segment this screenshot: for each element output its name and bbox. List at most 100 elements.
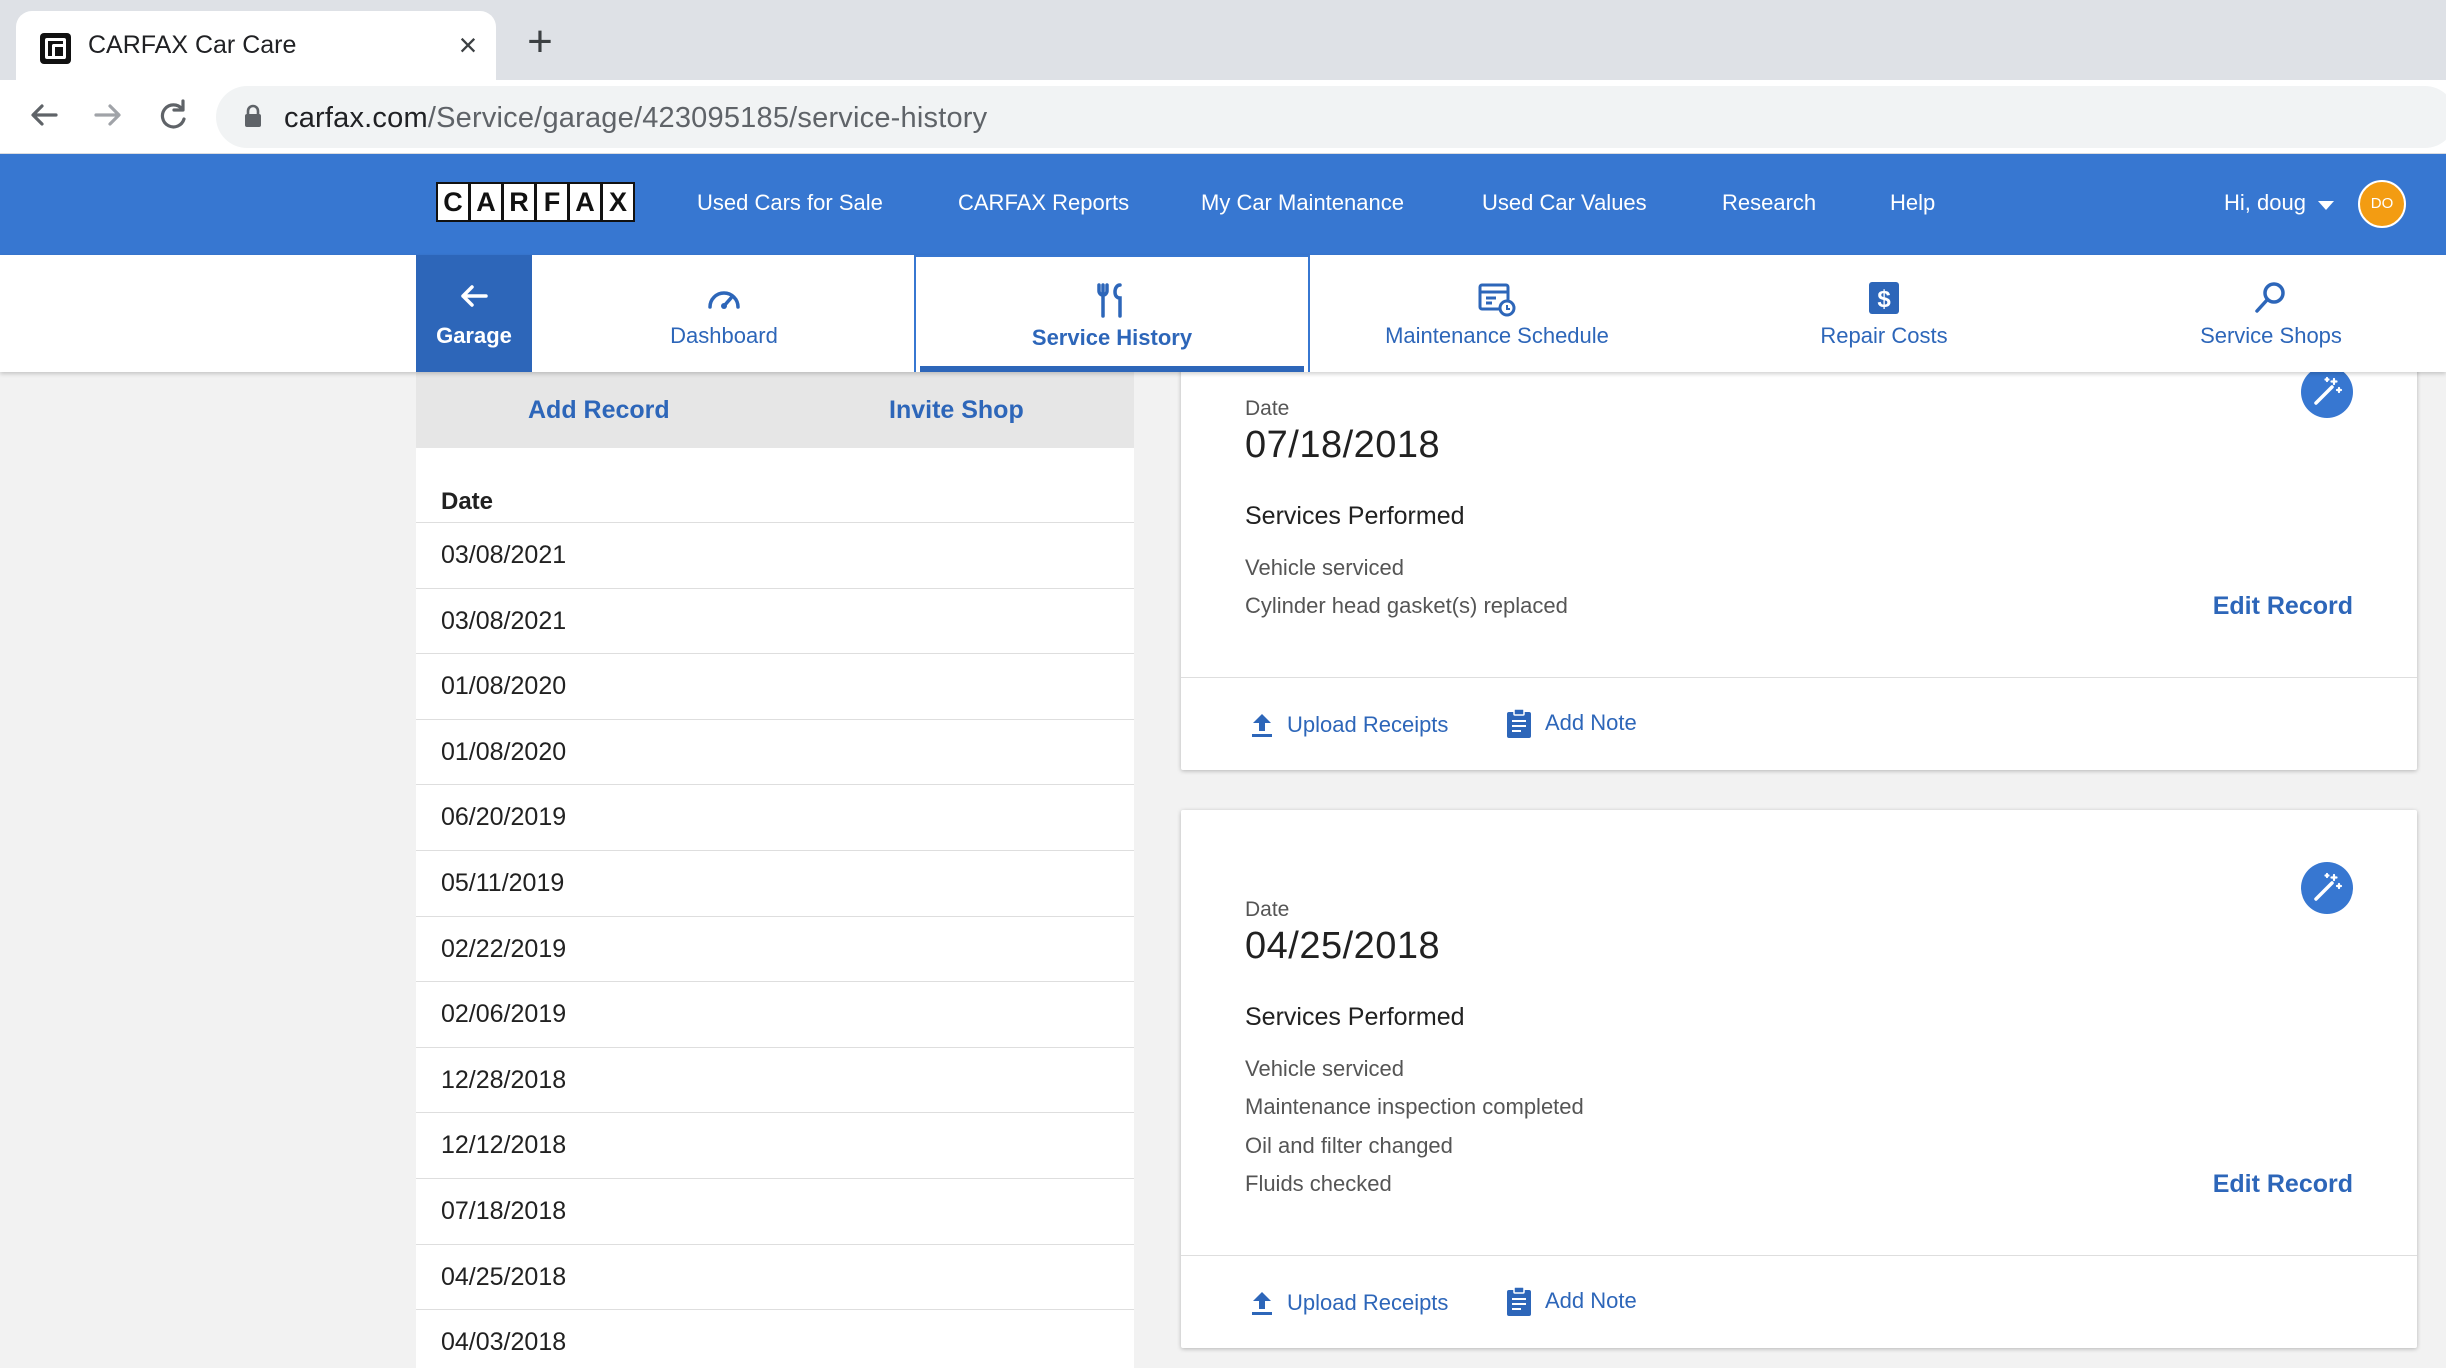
service-item: Vehicle serviced [1245,1056,1404,1081]
url-path: /Service/garage/423095185/service-histor… [427,102,988,134]
tab-label: Service Shops [2200,323,2342,348]
date-list-item[interactable]: 12/12/2018 [416,1112,1134,1178]
garage-label: Garage [436,323,512,348]
card-divider [1181,677,2417,678]
date-list-item[interactable]: 02/06/2019 [416,981,1134,1047]
carfax-logo[interactable]: C A R F A X [436,182,635,222]
search-icon [2255,282,2285,313]
add-record-button[interactable]: Add Record [528,396,670,425]
add-note-button[interactable]: Add Note [1505,707,1637,739]
card-divider [1181,1255,2417,1256]
garage-subnav: Garage Dashboard Service History Mainten… [0,255,2446,372]
date-list-item[interactable]: 03/08/2021 [416,522,1134,588]
nav-help[interactable]: Help [1890,190,1935,216]
garage-back-button[interactable]: Garage [416,255,532,372]
tools-icon [1097,283,1122,318]
tab-service-shops[interactable]: Service Shops [2084,255,2446,372]
record-date-panel: Add Record Invite Shop Date 03/08/2021 0… [416,372,1134,1368]
date-list-item[interactable]: 04/03/2018 [416,1309,1134,1368]
logo-letter: X [603,184,633,220]
url-host: carfax.com [284,102,428,134]
logo-letter: C [438,184,468,220]
date-list-item[interactable]: 04/25/2018 [416,1243,1134,1310]
active-tab-indicator [920,366,1304,372]
nav-used-car-values[interactable]: Used Car Values [1482,190,1647,216]
nav-my-car-maintenance[interactable]: My Car Maintenance [1201,190,1404,216]
site-header: C A R F A X Used Cars for Sale CARFAX Re… [0,154,2446,255]
logo-letter: R [504,184,534,220]
logo-letter: A [570,184,600,220]
back-arrow-icon [461,285,488,307]
service-item: Cylinder head gasket(s) replaced [1245,593,1568,618]
date-list: 03/08/2021 03/08/2021 01/08/2020 01/08/2… [416,522,1134,1368]
edit-record-button[interactable]: Edit Record [2213,1170,2353,1199]
carfax-favicon-icon [40,33,71,64]
nav-carfax-reports[interactable]: CARFAX Reports [958,190,1129,216]
magic-wand-icon[interactable] [2301,366,2353,418]
browser-toolbar: carfax.com/Service/garage/423095185/serv… [0,80,2446,154]
avatar[interactable]: DO [2358,180,2406,228]
record-action-bar: Add Record Invite Shop [416,372,1134,448]
tab-repair-costs[interactable]: $ Repair Costs [1684,255,2084,372]
speedometer-icon [708,291,740,309]
add-note-label: Add Note [1545,1288,1637,1313]
service-item: Vehicle serviced [1245,555,1404,580]
tab-maintenance-schedule[interactable]: Maintenance Schedule [1310,255,1684,372]
date-list-item[interactable]: 12/28/2018 [416,1046,1134,1113]
service-item: Fluids checked [1245,1171,1392,1196]
service-item: Maintenance inspection completed [1245,1094,1584,1119]
tab-label: Maintenance Schedule [1385,323,1609,348]
edit-record-button[interactable]: Edit Record [2213,592,2353,621]
upload-icon [1252,714,1272,737]
record-date-label: Date [1245,898,1290,921]
upload-receipts-button[interactable]: Upload Receipts [1249,1287,1448,1319]
new-tab-icon[interactable]: + [520,20,560,64]
close-tab-icon[interactable]: × [450,27,486,63]
date-list-item[interactable]: 01/08/2020 [416,718,1134,785]
upload-receipts-label: Upload Receipts [1287,1290,1449,1315]
back-arrow-icon[interactable] [22,93,66,137]
service-item: Oil and filter changed [1245,1133,1453,1158]
logo-letter: A [471,184,501,220]
user-greeting[interactable]: Hi, doug [2224,190,2306,216]
tab-label: Dashboard [670,323,778,348]
date-list-item[interactable]: 02/22/2019 [416,915,1134,982]
tab-label: Service History [1031,325,1193,350]
tab-title: CARFAX Car Care [88,31,297,59]
services-performed-heading: Services Performed [1245,1003,1465,1031]
clipboard-icon [1507,708,1531,738]
add-note-label: Add Note [1545,710,1637,735]
record-date-label: Date [1245,397,1290,420]
tab-service-history[interactable]: Service History [914,255,1310,372]
address-bar[interactable]: carfax.com/Service/garage/423095185/serv… [216,86,2446,148]
chevron-down-icon[interactable] [2318,201,2334,210]
nav-used-cars[interactable]: Used Cars for Sale [697,190,883,216]
date-list-item[interactable]: 05/11/2019 [416,849,1134,916]
date-list-item[interactable]: 01/08/2020 [416,653,1134,719]
date-list-item[interactable]: 03/08/2021 [416,587,1134,654]
services-performed-heading: Services Performed [1245,502,1465,530]
record-date: 07/18/2018 [1245,424,1441,466]
record-date: 04/25/2018 [1245,925,1441,967]
magic-wand-icon[interactable] [2301,862,2353,914]
reload-icon[interactable] [150,93,194,137]
add-note-button[interactable]: Add Note [1505,1285,1637,1317]
lock-icon [245,104,261,127]
date-list-item[interactable]: 06/20/2019 [416,784,1134,850]
date-column-header: Date [441,488,494,515]
tab-dashboard[interactable]: Dashboard [532,255,916,372]
invite-shop-button[interactable]: Invite Shop [889,396,1024,425]
nav-research[interactable]: Research [1722,190,1816,216]
url-text: carfax.com/Service/garage/423095185/serv… [284,102,987,135]
browser-tab[interactable]: CARFAX Car Care × [16,11,496,80]
service-record-card: Date 04/25/2018 Services Performed Vehic… [1181,810,2417,1348]
forward-arrow-icon[interactable] [86,93,130,137]
calendar-clock-icon [1478,283,1516,317]
date-list-item[interactable]: 07/18/2018 [416,1177,1134,1244]
service-record-card: Date 07/18/2018 Services Performed Vehic… [1181,330,2417,770]
svg-text:$: $ [1877,286,1891,313]
upload-receipts-label: Upload Receipts [1287,712,1449,737]
browser-tab-strip: CARFAX Car Care × + [0,0,2446,80]
upload-receipts-button[interactable]: Upload Receipts [1249,709,1448,741]
logo-letter: F [537,184,567,220]
